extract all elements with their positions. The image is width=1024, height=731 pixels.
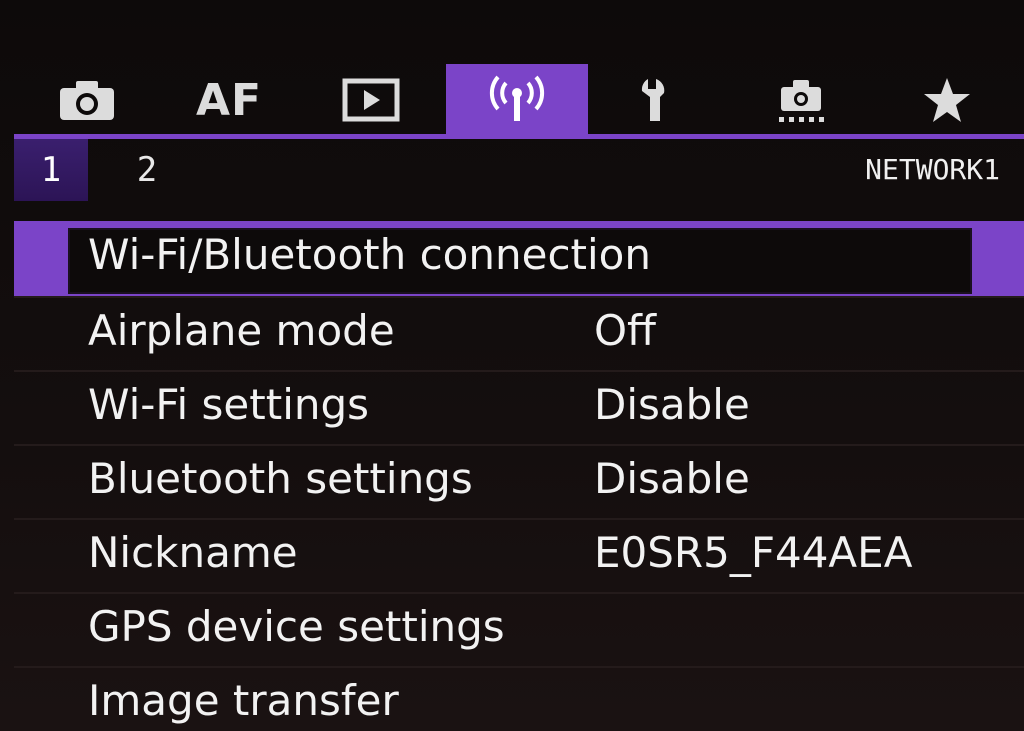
menu-item-label: GPS device settings xyxy=(88,602,505,651)
menu-item-gps-device-settings[interactable]: GPS device settings xyxy=(14,594,1024,668)
page-tab-row: 1 2 NETWORK1 xyxy=(14,139,1024,201)
menu-item-label: Nickname xyxy=(88,528,298,577)
playback-icon xyxy=(342,78,400,122)
menu-item-bluetooth-settings[interactable]: Bluetooth settings Disable xyxy=(14,446,1024,520)
af-label: AF xyxy=(195,74,263,126)
menu-item-image-transfer[interactable]: Image transfer xyxy=(14,668,1024,731)
menu-list: Wi-Fi/Bluetooth connection Airplane mode… xyxy=(14,224,1024,731)
menu-item-label: Airplane mode xyxy=(88,306,395,355)
menu-item-value: Disable xyxy=(594,454,750,503)
wrench-icon xyxy=(634,75,684,125)
star-icon xyxy=(922,76,972,124)
menu-item-label: Wi-Fi settings xyxy=(88,380,370,429)
tab-wireless[interactable] xyxy=(446,64,588,136)
tab-playback[interactable] xyxy=(300,64,442,136)
tab-shooting[interactable] xyxy=(16,64,158,136)
menu-item-wifi-settings[interactable]: Wi-Fi settings Disable xyxy=(14,372,1024,446)
menu-item-label: Wi-Fi/Bluetooth connection xyxy=(88,230,652,279)
wireless-icon xyxy=(487,75,547,125)
menu-item-wifi-bluetooth-connection[interactable]: Wi-Fi/Bluetooth connection xyxy=(14,224,1024,298)
menu-item-label: Image transfer xyxy=(88,676,399,725)
menu-item-value: Disable xyxy=(594,380,750,429)
camera-icon xyxy=(58,78,116,122)
menu-item-value: E0SR5_F44AEA xyxy=(594,528,913,577)
menu-item-label: Bluetooth settings xyxy=(88,454,473,503)
tab-setup[interactable] xyxy=(588,64,730,136)
camera-menu-screen: AF 1 2 NETWORK1 Wi-Fi/Bluetooth connecti… xyxy=(0,0,1024,731)
menu-item-nickname[interactable]: Nickname E0SR5_F44AEA xyxy=(14,520,1024,594)
tab-custom-functions[interactable] xyxy=(730,64,872,136)
menu-item-airplane-mode[interactable]: Airplane mode Off xyxy=(14,298,1024,372)
page-title: NETWORK1 xyxy=(865,153,1000,186)
category-tab-bar: AF xyxy=(0,64,1024,136)
menu-item-value: Off xyxy=(594,306,656,355)
custom-function-icon xyxy=(773,75,829,125)
tab-my-menu[interactable] xyxy=(876,64,1018,136)
page-tab-1[interactable]: 1 xyxy=(14,139,88,201)
tab-af[interactable]: AF xyxy=(158,64,300,136)
page-tab-2[interactable]: 2 xyxy=(110,139,184,201)
